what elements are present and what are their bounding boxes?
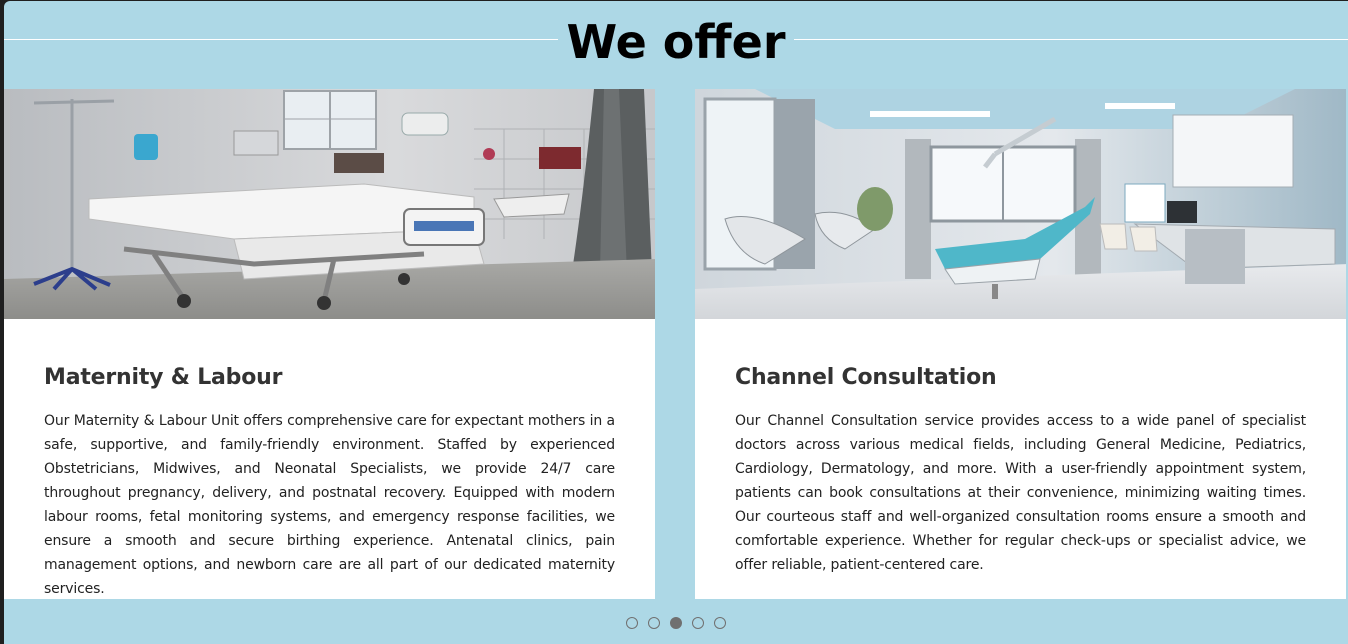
carousel-dot-4[interactable]: [692, 617, 704, 629]
consultation-room-photo: [695, 89, 1346, 319]
carousel-dot-1[interactable]: [626, 617, 638, 629]
offer-section: We offer Maternity & Labour Our Maternit…: [4, 1, 1348, 644]
header-rule-right: [794, 39, 1348, 40]
section-header: We offer: [4, 1, 1348, 89]
service-card-maternity[interactable]: Maternity & Labour Our Maternity & Labou…: [4, 89, 655, 599]
card-title: Maternity & Labour: [44, 365, 283, 390]
carousel-pagination: [4, 617, 1348, 629]
service-card-channel-consultation[interactable]: Channel Consultation Our Channel Consult…: [695, 89, 1346, 599]
carousel-dot-5[interactable]: [714, 617, 726, 629]
card-description: Our Maternity & Labour Unit offers compr…: [44, 413, 615, 597]
card-title: Channel Consultation: [735, 365, 997, 390]
maternity-ward-photo: [4, 89, 655, 319]
card-description: Our Channel Consultation service provide…: [735, 413, 1306, 573]
section-title: We offer: [566, 15, 786, 69]
carousel-dot-3[interactable]: [670, 617, 682, 629]
carousel-dot-2[interactable]: [648, 617, 660, 629]
header-rule-left: [4, 39, 558, 40]
